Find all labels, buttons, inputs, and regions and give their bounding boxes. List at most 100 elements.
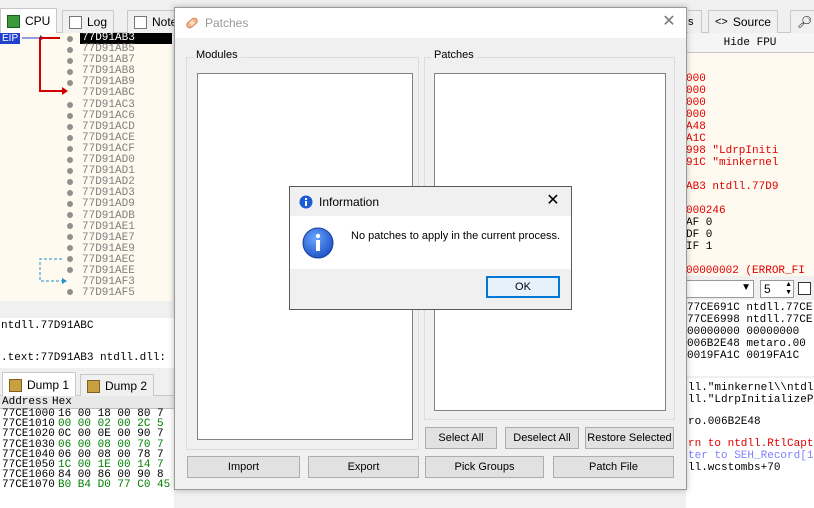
register-row[interactable]: A48 xyxy=(686,121,706,133)
stack-row[interactable]: 0019FA1C 0019FA1C xyxy=(687,350,799,362)
import-button[interactable]: Import xyxy=(187,456,300,478)
tab-cpu[interactable]: CPU xyxy=(0,8,58,33)
chevron-down-icon: ▼ xyxy=(741,282,751,293)
tab-log-label: Log xyxy=(87,15,108,29)
tab-dump-2[interactable]: Dump 2 xyxy=(80,374,155,397)
register-row[interactable]: AB3 ntdll.77D9 xyxy=(686,181,778,193)
register-row[interactable]: AF 0 xyxy=(686,217,712,229)
branch-gutter: EIP xyxy=(0,33,78,301)
dump-header-hex: Hex xyxy=(52,396,72,408)
dump-tab-bar: Dump 1 Dump 2 xyxy=(0,372,174,397)
breakpoint-dot[interactable] xyxy=(67,223,73,229)
tab-partial[interactable]: s xyxy=(688,10,702,33)
breakpoint-dot[interactable] xyxy=(67,69,73,75)
source-code-icon: <> xyxy=(715,16,728,28)
bandage-icon xyxy=(186,17,198,29)
tab-search[interactable]: 🔎︎ xyxy=(790,10,814,33)
export-button[interactable]: Export xyxy=(308,456,419,478)
stack-pane[interactable]: 77CE691C ntdll.77CE 77CE6998 ntdll.77CE 00… xyxy=(686,300,814,376)
breakpoint-dot[interactable] xyxy=(67,58,73,64)
register-row[interactable]: IF 1 xyxy=(686,241,712,253)
stack-dropdown[interactable]: ▼ xyxy=(686,280,754,298)
stack-row[interactable]: 006B2E48 metaro.00 xyxy=(687,338,806,350)
information-titlebar[interactable]: Information ✕ xyxy=(290,187,571,216)
callstack-row[interactable]: ro.006B2E48 xyxy=(688,416,761,428)
callstack-row[interactable]: ter to SEH_Record[1 xyxy=(688,450,813,462)
stack-count-spinner[interactable]: 5 ▲ ▼ xyxy=(760,280,794,298)
register-row[interactable]: 000 xyxy=(686,85,706,97)
dump-row[interactable]: 77CE1070B0 B4 D0 77 C0 45 DE 77 50 20 D1… xyxy=(0,480,174,491)
disasm-address[interactable]: 77D91AF5 xyxy=(80,288,172,299)
breakpoint-dot[interactable] xyxy=(67,190,73,196)
info-small-icon xyxy=(299,195,313,209)
breakpoint-dot[interactable] xyxy=(67,102,73,108)
breakpoint-dot[interactable] xyxy=(67,267,73,273)
deselect-all-button[interactable]: Deselect All xyxy=(505,427,579,449)
pick-groups-button[interactable]: Pick Groups xyxy=(425,456,544,478)
breakpoint-dot[interactable] xyxy=(67,201,73,207)
disassembly-pane[interactable]: EIP 77D91AB3 77D91AB5 77D91AB7 77D91AB8 … xyxy=(0,33,172,301)
close-icon[interactable]: ✕ xyxy=(545,192,561,210)
register-row[interactable]: 91C "minkernel xyxy=(686,157,778,169)
callstack-row[interactable]: ll."minkernel\\ntdl xyxy=(688,382,813,394)
register-row[interactable]: 998 "LdrpIniti xyxy=(686,145,778,157)
close-icon[interactable]: ✕ xyxy=(660,13,678,31)
register-row[interactable]: 000 xyxy=(686,109,706,121)
tab-source[interactable]: <> Source xyxy=(708,10,778,33)
info-icon xyxy=(302,227,334,259)
breakpoint-dot[interactable] xyxy=(67,212,73,218)
callstack-row[interactable]: ll.wcstombs+70 xyxy=(688,462,780,474)
address-column: 77D91AB3 77D91AB5 77D91AB7 77D91AB8 77D91AB9… xyxy=(80,33,172,299)
register-row[interactable]: 000 xyxy=(686,97,706,109)
dump-pane[interactable]: Address Hex 77CE1000 16 00 18 00 80 7 77CE… xyxy=(0,396,174,508)
breakpoint-dot[interactable] xyxy=(67,168,73,174)
breakpoint-dot[interactable] xyxy=(67,36,73,42)
callstack-row[interactable]: ll."LdrpInitializePr xyxy=(688,394,814,406)
tab-dump-1-label: Dump 1 xyxy=(27,378,70,392)
stack-lock-checkbox[interactable] xyxy=(798,282,811,295)
breakpoint-dot[interactable] xyxy=(67,124,73,130)
register-row[interactable]: 000 xyxy=(686,73,706,85)
breakpoint-dot[interactable] xyxy=(67,135,73,141)
log-icon xyxy=(69,15,82,29)
breakpoint-dot[interactable] xyxy=(67,47,73,53)
breakpoint-dot[interactable] xyxy=(67,256,73,262)
breakpoint-dot[interactable] xyxy=(67,113,73,119)
register-row[interactable]: DF 0 xyxy=(686,229,712,241)
breakpoint-dot[interactable] xyxy=(67,80,73,86)
disasm-address[interactable]: 77D91AD9 xyxy=(80,199,172,210)
dump-header-address: Address xyxy=(2,396,49,408)
breakpoint-dot[interactable] xyxy=(67,245,73,251)
dump-rows: 77CE1000 16 00 18 00 80 7 77CE1010 00 00 02… xyxy=(0,408,174,491)
breakpoint-dot[interactable] xyxy=(67,157,73,163)
tab-source-label: Source xyxy=(732,15,771,29)
info-line-2: .text:77D91AB3 ntdll.dll: xyxy=(1,352,167,364)
ok-button[interactable]: OK xyxy=(486,276,560,298)
disasm-address[interactable]: 77D91AC3 xyxy=(80,99,172,111)
hide-fpu-toggle[interactable]: Hide FPU xyxy=(686,33,814,53)
patches-titlebar[interactable]: Patches ✕ xyxy=(175,8,686,38)
breakpoint-dot[interactable] xyxy=(67,179,73,185)
register-row[interactable]: 00000002 (ERROR_FI xyxy=(686,265,805,276)
registers-pane[interactable]: Hide FPU 000 000 000 000 A48 A1C 998 "LdrpInit… xyxy=(686,33,814,276)
disasm-address[interactable]: 77D91ADB xyxy=(80,210,172,222)
register-row[interactable]: 000246 xyxy=(686,205,726,217)
tab-dump-2-label: Dump 2 xyxy=(105,379,148,393)
stack-row[interactable]: 77CE691C ntdll.77CE xyxy=(687,302,812,314)
callstack-pane[interactable]: ll."minkernel\\ntdl ll."LdrpInitializePr r… xyxy=(686,378,814,508)
tab-dump-1[interactable]: Dump 1 xyxy=(2,372,77,397)
breakpoint-dot[interactable] xyxy=(67,289,73,295)
patch-file-button[interactable]: Patch File xyxy=(553,456,674,478)
callstack-row[interactable]: rn to ntdll.RtlCapt xyxy=(688,438,813,450)
breakpoint-dot[interactable] xyxy=(67,234,73,240)
tab-log[interactable]: Log xyxy=(62,10,115,33)
info-strip: ntdll.77D91ABC .text:77D91AB3 ntdll.dll: xyxy=(0,318,174,368)
stack-row[interactable]: 00000000 00000000 xyxy=(687,326,799,338)
stack-row[interactable]: 77CE6998 ntdll.77CE xyxy=(687,314,812,326)
select-all-button[interactable]: Select All xyxy=(425,427,497,449)
register-row[interactable]: A1C xyxy=(686,133,706,145)
disasm-address[interactable]: 77D91ABC xyxy=(80,88,172,99)
restore-selected-button[interactable]: Restore Selected xyxy=(585,427,674,449)
breakpoint-dot[interactable] xyxy=(67,146,73,152)
cpu-icon xyxy=(7,14,20,28)
